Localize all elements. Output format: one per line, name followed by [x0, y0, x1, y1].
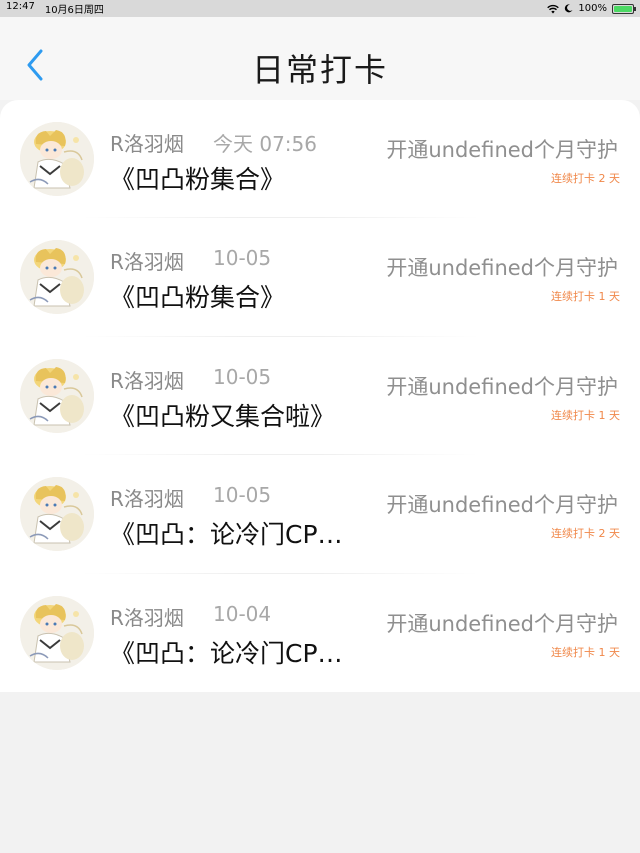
guard-text: 开通undefined个月守护	[386, 256, 618, 281]
streak-badge: 连续打卡 1 天	[551, 408, 620, 422]
avatar[interactable]	[20, 240, 94, 315]
avatar[interactable]	[20, 477, 94, 552]
user-name: R洛羽烟	[110, 250, 184, 275]
guard-text: 开通undefined个月守护	[386, 138, 618, 162]
avatar-image	[20, 358, 94, 433]
avatar[interactable]	[20, 122, 94, 196]
nav-bar: 日常打卡	[0, 17, 640, 100]
status-time: 12:47	[6, 1, 35, 12]
post-title[interactable]: 《凹凸粉集合》	[110, 160, 375, 196]
checkin-row[interactable]: R洛羽烟 10-05 《凹凸粉又集合啦》 开通undefined个月守护 连续打…	[0, 337, 640, 456]
avatar-image	[20, 240, 94, 315]
battery-icon	[612, 3, 636, 14]
battery-percent: 100%	[578, 3, 607, 14]
post-time: 10-05	[213, 483, 272, 508]
user-name: R洛羽烟	[110, 132, 184, 156]
post-title[interactable]: 《凹凸：论冷门CP…	[110, 634, 375, 670]
post-time: 今天 07:56	[213, 132, 317, 156]
page-title: 日常打卡	[251, 51, 388, 89]
status-date: 10月6日周四	[44, 5, 104, 16]
avatar-image	[20, 122, 94, 196]
status-bar: 12:47 10月6日周四 100%	[0, 0, 640, 17]
user-name: R洛羽烟	[110, 487, 184, 512]
moon-icon	[565, 4, 573, 13]
user-name: R洛羽烟	[110, 605, 184, 630]
status-left: 12:47 10月6日周四	[6, 1, 104, 16]
streak-badge: 连续打卡 1 天	[551, 645, 620, 659]
checkin-row[interactable]: R洛羽烟 10-05 《凹凸：论冷门CP… 开通undefined个月守护 连续…	[0, 455, 640, 574]
post-time: 10-04	[213, 601, 272, 626]
streak-badge: 连续打卡 2 天	[551, 527, 620, 541]
post-time: 10-05	[213, 246, 272, 271]
battery-fill	[614, 5, 632, 12]
post-title[interactable]: 《凹凸粉集合》	[110, 278, 375, 314]
post-time: 10-05	[213, 364, 272, 389]
guard-text: 开通undefined个月守护	[386, 611, 618, 636]
guard-text: 开通undefined个月守护	[386, 374, 618, 399]
avatar[interactable]	[20, 358, 94, 433]
post-title[interactable]: 《凹凸粉又集合啦》	[110, 397, 375, 433]
user-name: R洛羽烟	[110, 368, 184, 393]
streak-badge: 连续打卡 2 天	[551, 172, 620, 185]
wifi-icon	[547, 4, 560, 13]
checkin-row[interactable]: R洛羽烟 10-05 《凹凸粉集合》 开通undefined个月守护 连续打卡 …	[0, 218, 640, 337]
avatar-image	[20, 595, 94, 670]
status-right: 100%	[547, 3, 636, 14]
checkin-list: R洛羽烟 今天 07:56 《凹凸粉集合》 开通undefined个月守护 连续…	[0, 100, 640, 692]
streak-badge: 连续打卡 1 天	[551, 290, 620, 304]
checkin-row[interactable]: R洛羽烟 今天 07:56 《凹凸粉集合》 开通undefined个月守护 连续…	[0, 100, 640, 219]
checkin-row[interactable]: R洛羽烟 10-04 《凹凸：论冷门CP… 开通undefined个月守护 连续…	[0, 574, 640, 692]
avatar-image	[20, 477, 94, 552]
post-title[interactable]: 《凹凸：论冷门CP…	[110, 515, 375, 551]
guard-text: 开通undefined个月守护	[386, 493, 618, 518]
avatar[interactable]	[20, 595, 94, 670]
